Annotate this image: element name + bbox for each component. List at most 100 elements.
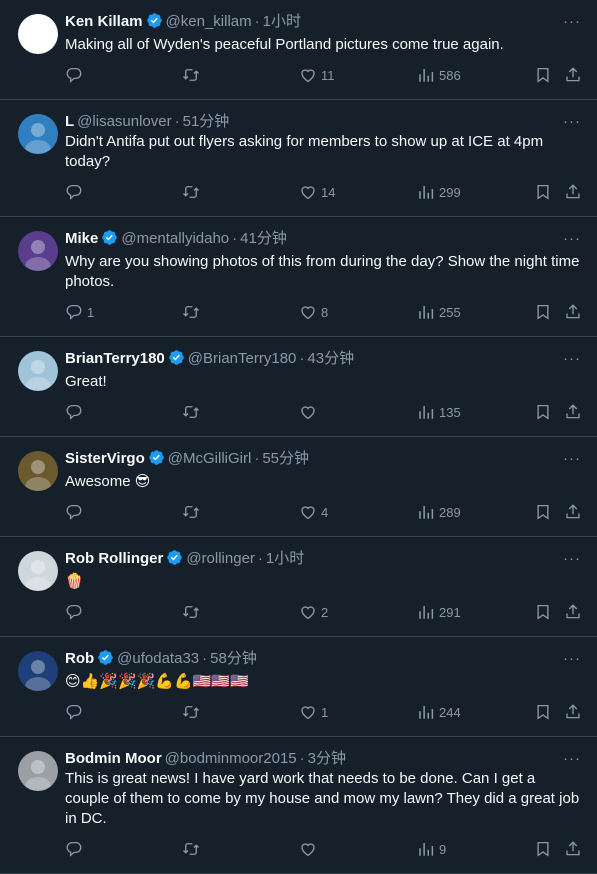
views-button[interactable]: 299: [417, 182, 461, 202]
tweet[interactable]: ··· Mike @mentallyidaho · 41分钟 Why are you …: [0, 217, 597, 337]
views-button[interactable]: 586: [417, 65, 461, 85]
views-button[interactable]: 291: [417, 602, 461, 622]
more-options-icon[interactable]: ···: [563, 349, 581, 369]
bookmark-button[interactable]: [534, 402, 552, 422]
tweet[interactable]: ··· Rob Rollinger @rollinger · 1小时 🍿 2 291: [0, 537, 597, 637]
tweet[interactable]: ··· Rob @ufodata33 · 58分钟 😊👍🎉🎉🎉💪💪🇺🇸🇺🇸🇺🇸 1 2…: [0, 637, 597, 737]
share-button[interactable]: [564, 839, 582, 859]
bookmark-button[interactable]: [534, 502, 552, 522]
share-button[interactable]: [564, 502, 582, 522]
reply-button[interactable]: [65, 182, 87, 202]
share-button[interactable]: [564, 402, 582, 422]
display-name[interactable]: Rob: [65, 650, 94, 667]
bookmark-button[interactable]: [534, 702, 552, 722]
avatar[interactable]: [18, 114, 58, 154]
display-name[interactable]: SisterVirgo: [65, 450, 145, 467]
repost-button[interactable]: [182, 839, 204, 859]
more-options-icon[interactable]: ···: [563, 549, 581, 569]
like-button[interactable]: 14: [299, 182, 335, 202]
timestamp[interactable]: 58分钟: [210, 650, 257, 667]
views-button[interactable]: 9: [417, 839, 446, 859]
like-button[interactable]: [299, 402, 321, 422]
more-options-icon[interactable]: ···: [563, 749, 581, 769]
repost-button[interactable]: [182, 502, 204, 522]
avatar[interactable]: [18, 551, 58, 591]
more-options-icon[interactable]: ···: [563, 112, 581, 132]
reply-button[interactable]: [65, 839, 87, 859]
timestamp[interactable]: 3分钟: [308, 750, 346, 767]
user-handle[interactable]: @ufodata33: [117, 650, 199, 667]
display-name[interactable]: Bodmin Moor: [65, 750, 162, 767]
display-name[interactable]: L: [65, 113, 74, 130]
verified-badge-icon: [101, 229, 118, 252]
timestamp[interactable]: 1小时: [263, 13, 301, 30]
like-button[interactable]: 2: [299, 602, 328, 622]
share-button[interactable]: [564, 702, 582, 722]
avatar[interactable]: [18, 651, 58, 691]
reply-button[interactable]: 1: [65, 302, 94, 322]
more-options-icon[interactable]: ···: [563, 12, 581, 32]
avatar[interactable]: [18, 451, 58, 491]
user-handle[interactable]: @McGilliGirl: [168, 450, 252, 467]
more-options-icon[interactable]: ···: [563, 649, 581, 669]
user-handle[interactable]: @BrianTerry180: [188, 350, 297, 367]
repost-button[interactable]: [182, 182, 204, 202]
views-button[interactable]: 135: [417, 402, 461, 422]
more-options-icon[interactable]: ···: [563, 449, 581, 469]
share-button[interactable]: [564, 65, 582, 85]
repost-button[interactable]: [182, 402, 204, 422]
tweet-header: Rob @ufodata33 · 58分钟: [65, 649, 581, 672]
views-button[interactable]: 255: [417, 302, 461, 322]
bookmark-button[interactable]: [534, 302, 552, 322]
reply-icon: [66, 504, 82, 520]
timestamp[interactable]: 43分钟: [307, 350, 354, 367]
repost-button[interactable]: [182, 602, 204, 622]
display-name[interactable]: Ken Killam: [65, 13, 143, 30]
repost-button[interactable]: [182, 65, 204, 85]
reply-button[interactable]: [65, 502, 87, 522]
repost-button[interactable]: [182, 702, 204, 722]
more-options-icon[interactable]: ···: [563, 229, 581, 249]
bookmark-button[interactable]: [534, 182, 552, 202]
bookmark-button[interactable]: [534, 839, 552, 859]
avatar[interactable]: [18, 751, 58, 791]
views-button[interactable]: 289: [417, 502, 461, 522]
repost-button[interactable]: [182, 302, 204, 322]
timestamp[interactable]: 51分钟: [183, 113, 230, 130]
like-button[interactable]: [299, 839, 321, 859]
share-button[interactable]: [564, 302, 582, 322]
reply-button[interactable]: [65, 402, 87, 422]
reply-button[interactable]: [65, 65, 87, 85]
avatar[interactable]: [18, 231, 58, 271]
reply-button[interactable]: [65, 702, 87, 722]
user-handle[interactable]: @rollinger: [186, 550, 255, 567]
timestamp[interactable]: 1小时: [266, 550, 304, 567]
like-button[interactable]: 11: [299, 65, 335, 85]
tweet[interactable]: ··· BrianTerry180 @BrianTerry180 · 43分钟 Gre…: [0, 337, 597, 437]
bookmark-button[interactable]: [534, 65, 552, 85]
display-name[interactable]: Mike: [65, 230, 98, 247]
user-handle[interactable]: @ken_killam: [166, 13, 252, 30]
like-button[interactable]: 1: [299, 702, 328, 722]
tweet[interactable]: ··· Ken Killam @ken_killam · 1小时 Making all…: [0, 0, 597, 100]
like-button[interactable]: 8: [299, 302, 328, 322]
like-button[interactable]: 4: [299, 502, 328, 522]
timestamp[interactable]: 41分钟: [240, 230, 287, 247]
tweet[interactable]: ··· L @lisasunlover · 51分钟 Didn't Antifa pu…: [0, 100, 597, 217]
display-name[interactable]: BrianTerry180: [65, 350, 165, 367]
display-name[interactable]: Rob Rollinger: [65, 550, 163, 567]
user-handle[interactable]: @lisasunlover: [77, 113, 171, 130]
avatar[interactable]: [18, 14, 58, 54]
reply-button[interactable]: [65, 602, 87, 622]
user-handle[interactable]: @mentallyidaho: [121, 230, 229, 247]
tweet[interactable]: ··· Bodmin Moor @bodminmoor2015 · 3分钟 This …: [0, 737, 597, 874]
tweet[interactable]: ··· SisterVirgo @McGilliGirl · 55分钟 Awesome…: [0, 437, 597, 537]
verified-badge-icon: [146, 12, 163, 35]
share-button[interactable]: [564, 182, 582, 202]
avatar[interactable]: [18, 351, 58, 391]
user-handle[interactable]: @bodminmoor2015: [165, 750, 297, 767]
bookmark-button[interactable]: [534, 602, 552, 622]
share-button[interactable]: [564, 602, 582, 622]
timestamp[interactable]: 55分钟: [262, 450, 309, 467]
views-button[interactable]: 244: [417, 702, 461, 722]
